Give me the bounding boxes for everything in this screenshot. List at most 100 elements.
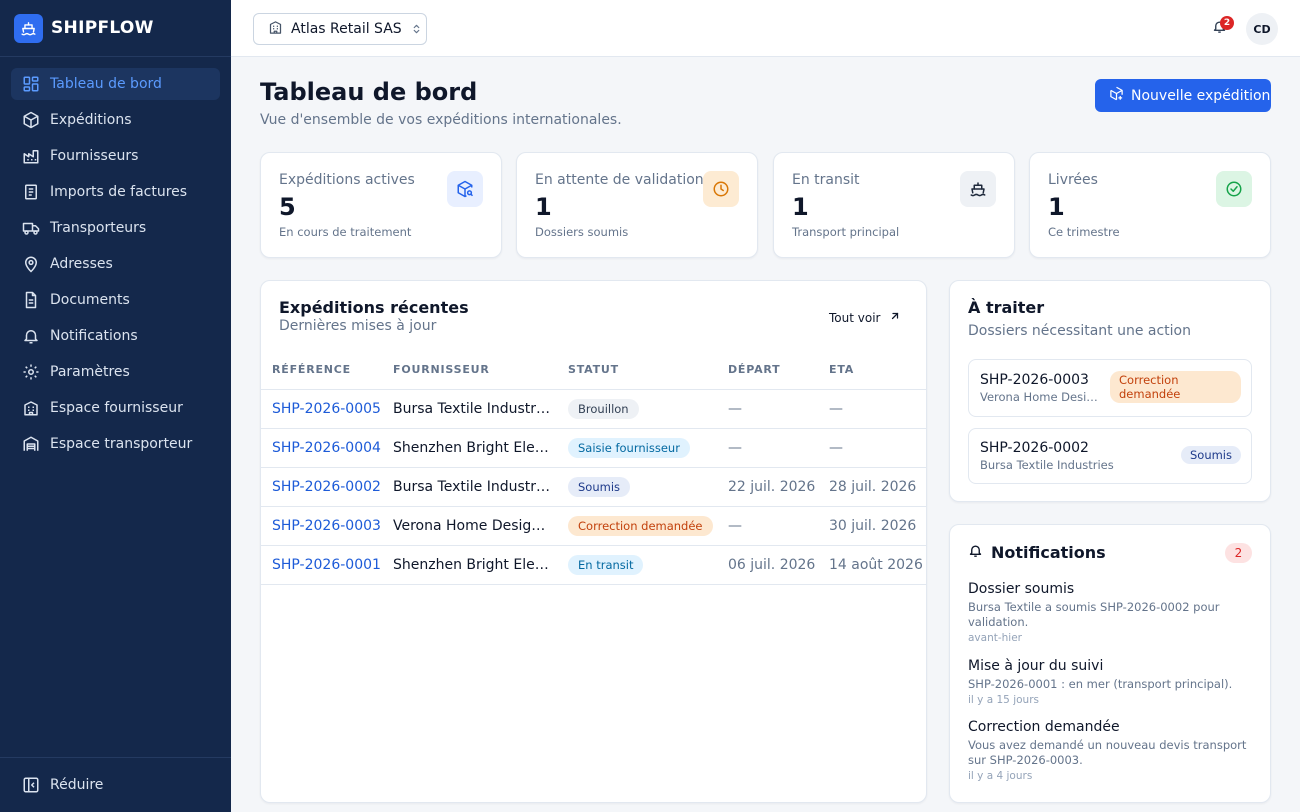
supplier-cell: Bursa Textile Industries: [382, 467, 557, 507]
table-row[interactable]: SHP-2026-0003 Verona Home Design srl Cor…: [261, 506, 926, 546]
todo-title: À traiter: [968, 298, 1045, 317]
status-cell: Saisie fournisseur: [557, 428, 717, 468]
notification-item[interactable]: Correction demandée Vous avez demandé un…: [968, 719, 1258, 782]
invoice-icon: [21, 183, 40, 202]
shipment-reference-link[interactable]: SHP-2026-0002: [261, 467, 382, 507]
table-row[interactable]: SHP-2026-0005 Bursa Textile Industries B…: [261, 389, 926, 429]
todo-panel: À traiter Dossiers nécessitant une actio…: [949, 280, 1271, 502]
status-badge: Correction demandée: [568, 515, 713, 536]
notification-time: avant-hier: [968, 632, 1022, 644]
sidebar-footer: Réduire: [0, 757, 231, 812]
table-header-row: RÉFÉRENCE FOURNISSEUR STATUT DÉPART ETA: [261, 351, 926, 390]
column-header[interactable]: RÉFÉRENCE: [261, 351, 382, 390]
stat-label: Expéditions actives: [279, 172, 415, 188]
recent-shipments-panel: Expéditions récentes Dernières mises à j…: [260, 280, 927, 803]
stat-value: 5: [279, 193, 296, 221]
shipment-reference-link[interactable]: SHP-2026-0004: [261, 428, 382, 468]
package-search-icon: [447, 171, 483, 207]
departure-cell: —: [717, 506, 818, 546]
supplier-cell: Bursa Textile Industries: [382, 389, 557, 429]
view-all-label: Tout voir: [829, 310, 881, 325]
stat-caption: En cours de traitement: [279, 225, 412, 239]
eta-cell: —: [818, 389, 926, 429]
sidebar: SHIPFLOW Tableau de bord Expéditions Fou…: [0, 0, 231, 812]
shipment-reference-link[interactable]: SHP-2026-0003: [261, 506, 382, 546]
sidebar-item-label: Imports de factures: [50, 184, 188, 200]
sidebar-item-carrier-space[interactable]: Espace transporteur: [11, 428, 220, 460]
check-circle-icon: [1216, 171, 1252, 207]
bell-icon: [968, 543, 983, 562]
notification-body: Vous avez demandé un nouveau devis trans…: [968, 738, 1247, 767]
column-header[interactable]: FOURNISSEUR: [382, 351, 557, 390]
organization-select[interactable]: Atlas Retail SAS: [253, 13, 427, 45]
status-badge: Correction demandée: [1110, 371, 1241, 403]
package-icon: [21, 111, 40, 130]
sidebar-item-carriers[interactable]: Transporteurs: [11, 212, 220, 244]
notification-count-badge: 2: [1220, 16, 1234, 30]
todo-supplier: Bursa Textile Industries: [980, 458, 1114, 472]
todo-item[interactable]: SHP-2026-0003 Verona Home Design srl Cor…: [968, 359, 1252, 417]
arrow-up-right-icon: [889, 310, 901, 325]
sidebar-item-shipments[interactable]: Expéditions: [11, 104, 220, 136]
status-badge: En transit: [568, 554, 644, 575]
factory-icon: [21, 147, 40, 166]
stat-caption: Transport principal: [792, 225, 900, 239]
sidebar-item-notifications[interactable]: Notifications: [11, 320, 220, 352]
recent-shipments-subtitle: Dernières mises à jour: [279, 318, 437, 334]
truck-icon: [21, 219, 40, 238]
table-row[interactable]: SHP-2026-0004 Shenzhen Bright Electronic…: [261, 428, 926, 468]
status-badge: Saisie fournisseur: [568, 437, 690, 458]
sidebar-nav: Tableau de bord Expéditions Fournisseurs…: [0, 57, 231, 460]
sidebar-item-settings[interactable]: Paramètres: [11, 356, 220, 388]
notification-title: Correction demandée: [968, 719, 1120, 735]
sidebar-item-documents[interactable]: Documents: [11, 284, 220, 316]
sidebar-item-label: Fournisseurs: [50, 148, 139, 164]
collapse-icon: [21, 776, 40, 795]
sidebar-item-label: Documents: [50, 292, 130, 308]
supplier-cell: Verona Home Design srl: [382, 506, 557, 546]
notification-time: il y a 4 jours: [968, 770, 1033, 782]
todo-item[interactable]: SHP-2026-0002 Bursa Textile Industries S…: [968, 428, 1252, 484]
sidebar-item-label: Espace transporteur: [50, 436, 193, 452]
collapse-sidebar-button[interactable]: Réduire: [11, 769, 220, 801]
sidebar-item-invoice-imports[interactable]: Imports de factures: [11, 176, 220, 208]
supplier-name: Bursa Textile Industries: [393, 478, 551, 495]
warehouse-icon: [21, 435, 40, 454]
stat-caption: Dossiers soumis: [535, 225, 629, 239]
avatar[interactable]: CD: [1246, 13, 1278, 45]
new-shipment-button[interactable]: Nouvelle expédition: [1095, 79, 1271, 112]
sidebar-item-dashboard[interactable]: Tableau de bord: [11, 68, 220, 100]
sidebar-item-suppliers[interactable]: Fournisseurs: [11, 140, 220, 172]
supplier-cell: Shenzhen Bright Electronics: [382, 428, 557, 468]
brand[interactable]: SHIPFLOW: [0, 0, 231, 57]
supplier-cell: Shenzhen Bright Electronics: [382, 545, 557, 585]
stat-card-delivered: Livrées 1 Ce trimestre: [1029, 152, 1271, 258]
column-header[interactable]: DÉPART: [717, 351, 818, 390]
topbar: Atlas Retail SAS 2 CD: [231, 0, 1300, 57]
eta-cell: 30 juil. 2026: [818, 506, 926, 546]
shipment-reference-link[interactable]: SHP-2026-0001: [261, 545, 382, 585]
table-row[interactable]: SHP-2026-0002 Bursa Textile Industries S…: [261, 467, 926, 507]
ship-icon: [960, 171, 996, 207]
stat-card-active: Expéditions actives 5 En cours de traite…: [260, 152, 502, 258]
sidebar-item-supplier-space[interactable]: Espace fournisseur: [11, 392, 220, 424]
building-icon: [268, 20, 283, 39]
column-header[interactable]: STATUT: [557, 351, 717, 390]
notification-item[interactable]: Mise à jour du suivi SHP-2026-0001 : en …: [968, 658, 1258, 706]
notifications-button[interactable]: 2: [1212, 16, 1234, 37]
sidebar-item-label: Transporteurs: [50, 220, 147, 236]
stat-label: Livrées: [1048, 172, 1098, 188]
view-all-link[interactable]: Tout voir: [829, 310, 901, 325]
sidebar-item-label: Paramètres: [50, 364, 130, 380]
building-icon: [21, 399, 40, 418]
sidebar-item-label: Espace fournisseur: [50, 400, 183, 416]
clock-icon: [703, 171, 739, 207]
stat-value: 1: [535, 193, 552, 221]
table-row[interactable]: SHP-2026-0001 Shenzhen Bright Electronic…: [261, 545, 926, 585]
eta-cell: —: [818, 428, 926, 468]
shipment-reference-link[interactable]: SHP-2026-0005: [261, 389, 382, 429]
column-header[interactable]: ETA: [818, 351, 926, 390]
sidebar-item-addresses[interactable]: Adresses: [11, 248, 220, 280]
notification-time: il y a 15 jours: [968, 694, 1039, 706]
notification-item[interactable]: Dossier soumis Bursa Textile a soumis SH…: [968, 581, 1258, 644]
